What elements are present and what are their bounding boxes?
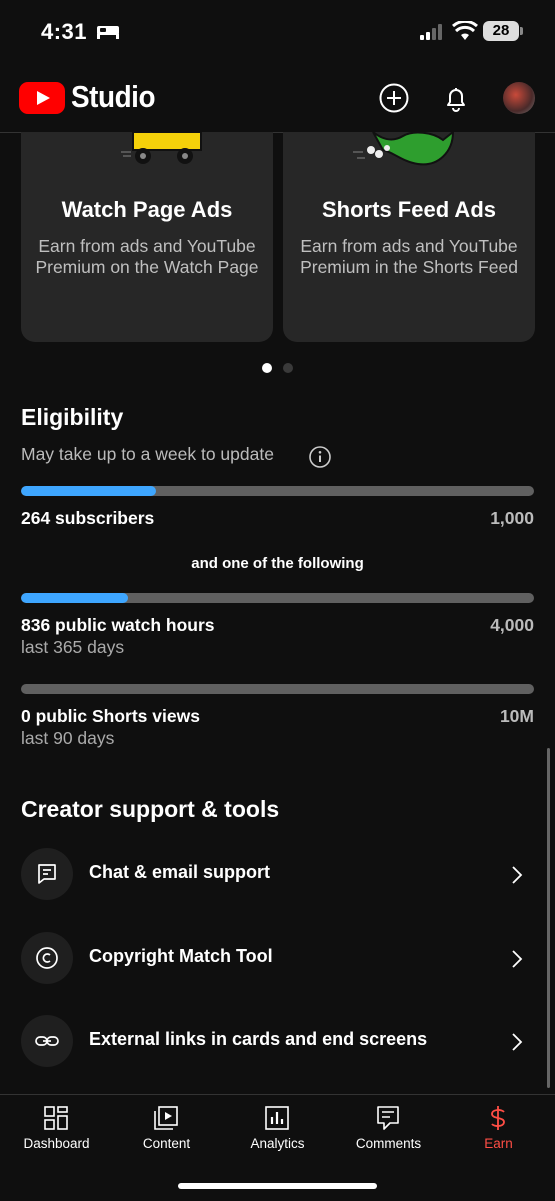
create-icon[interactable] [379,83,409,113]
shorts-views-label: 0 public Shorts views [21,706,200,726]
sleep-focus-icon [97,26,119,39]
content-icon [154,1106,178,1130]
home-indicator[interactable] [178,1183,377,1189]
shorts-views-progress-bar [21,684,534,694]
nav-label: Comments [355,1136,422,1151]
subscribers-target: 1,000 [490,508,534,528]
requirements-separator: and one of the following [191,555,364,572]
chat-icon [21,848,73,900]
tool-label: External links in cards and end screens [89,1029,428,1049]
studio-brand: Studio [71,79,156,114]
eligibility-title: Eligibility [21,404,124,430]
subscribers-progress-bar [21,486,534,496]
status-time: 4:31 [41,19,88,44]
subscribers-progress-fill [21,486,157,496]
scrollbar[interactable] [547,748,550,1088]
nav-dashboard[interactable]: Dashboard [1,1095,112,1165]
watch-hours-target: 4,000 [490,615,534,635]
info-icon[interactable] [308,445,332,469]
chevron-right-icon [512,1033,523,1051]
chevron-right-icon [512,866,523,884]
shorts-illustration-icon [353,132,455,166]
carousel-dot-active[interactable] [262,363,272,373]
shorts-views-target: 10M [499,706,534,726]
copyright-icon [21,932,73,984]
avatar[interactable] [503,82,535,114]
youtube-logo [19,82,65,114]
chevron-right-icon [512,950,523,968]
tool-external-links[interactable]: External links in cards and end screens [0,1001,555,1081]
card-description: Earn from ads and YouTube Premium in the… [300,236,518,277]
earn-icon [491,1106,505,1130]
nav-analytics[interactable]: Analytics [222,1095,333,1165]
wifi-icon [452,21,478,40]
card-title: Shorts Feed Ads [322,197,496,222]
card-watch-page-ads[interactable]: Watch Page Ads Earn from ads and YouTube… [21,132,273,342]
dashboard-icon [44,1106,68,1130]
watch-hours-period: last 365 days [21,637,125,657]
tool-label: Copyright Match Tool [89,946,273,966]
nav-label: Dashboard [23,1136,90,1151]
card-shorts-feed-ads[interactable]: Shorts Feed Ads Earn from ads and YouTub… [283,132,535,342]
tool-label: Chat & email support [89,862,271,882]
watch-hours-label: 836 public watch hours [21,615,215,635]
tool-chat-email-support[interactable]: Chat & email support [0,834,555,914]
carousel-dot[interactable] [283,363,293,373]
nav-label: Content [142,1136,191,1151]
subscribers-label: 264 subscribers [21,508,155,528]
battery-indicator: 28 [483,21,523,41]
shorts-views-period: last 90 days [21,728,115,748]
tool-copyright-match[interactable]: Copyright Match Tool [0,918,555,998]
notifications-icon[interactable] [441,83,471,113]
card-description: Earn from ads and YouTube Premium on the… [35,236,259,277]
watch-hours-progress-fill [21,593,129,603]
watch-hours-progress-bar [21,593,534,603]
analytics-icon [265,1106,289,1130]
card-title: Watch Page Ads [61,197,233,222]
comments-icon [377,1106,399,1130]
cart-illustration-icon [121,132,202,164]
nav-earn[interactable]: Earn [443,1095,554,1165]
link-icon [21,1015,73,1067]
nav-comments[interactable]: Comments [333,1095,444,1165]
nav-content[interactable]: Content [111,1095,222,1165]
nav-label: Analytics [250,1136,305,1151]
tools-title: Creator support & tools [21,796,280,822]
cell-signal-icon [420,24,442,40]
eligibility-subtitle: May take up to a week to update [21,444,274,464]
nav-label: Earn [484,1136,513,1151]
